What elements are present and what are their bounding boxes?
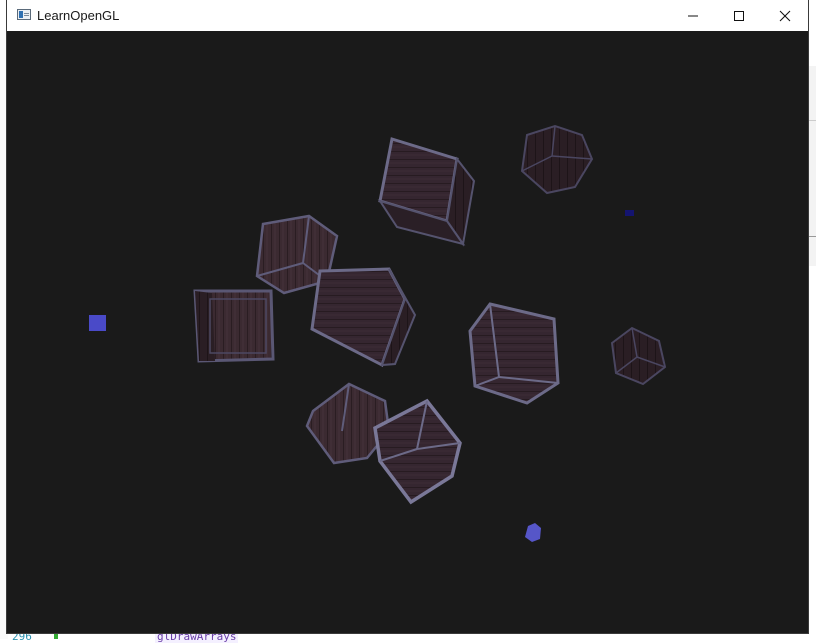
maximize-icon: [734, 10, 744, 21]
light-cube: [89, 315, 106, 331]
light-cube: [525, 523, 541, 542]
minimize-icon: [688, 15, 698, 16]
wooden-crate: [310, 267, 417, 368]
wooden-crate: [468, 302, 560, 405]
opengl-window[interactable]: LearnOpenGL: [7, 0, 808, 633]
close-button[interactable]: [762, 0, 808, 31]
render-viewport[interactable]: [7, 31, 808, 633]
close-icon: [779, 10, 791, 21]
wooden-crate: [520, 124, 594, 195]
window-title: LearnOpenGL: [37, 8, 120, 23]
wooden-crate: [305, 382, 391, 465]
background-divider: [808, 120, 816, 121]
wooden-crate: [610, 326, 667, 386]
maximize-button[interactable]: [716, 0, 762, 31]
window-titlebar[interactable]: LearnOpenGL: [7, 0, 808, 32]
background-divider: [808, 236, 816, 237]
light-cube: [625, 210, 634, 216]
minimize-button[interactable]: [670, 0, 716, 31]
wooden-crate: [377, 137, 476, 247]
opengl-app-icon: [17, 9, 31, 20]
rendered-scene: [89, 124, 667, 542]
wooden-crate: [193, 289, 275, 363]
